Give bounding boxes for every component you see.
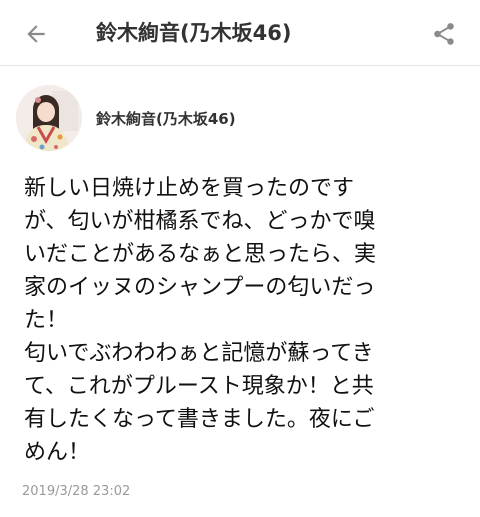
share-button[interactable] — [426, 16, 462, 52]
back-button[interactable] — [18, 16, 54, 52]
post-body-text: 新しい日焼け止めを買ったのです が、匂いが柑橘系でね、どっかで嗅 いだことがある… — [24, 176, 377, 465]
author-name[interactable]: 鈴木絢音(乃木坂46) — [96, 108, 236, 129]
arrow-back-icon — [27, 25, 45, 43]
top-app-bar: 鈴木絢音(乃木坂46) — [0, 0, 480, 66]
page-title: 鈴木絢音(乃木坂46) — [96, 21, 292, 45]
avatar[interactable] — [16, 85, 82, 151]
share-icon — [434, 23, 454, 45]
post-timestamp: 2019/3/28 23:02 — [22, 484, 131, 499]
author-row[interactable]: 鈴木絢音(乃木坂46) — [16, 84, 464, 152]
blog-post-screen: 鈴木絢音(乃木坂46) 鈴木絢音(乃木坂46) 新しい日焼け止めを買ったのです … — [0, 0, 480, 517]
avatar-image — [16, 85, 82, 151]
